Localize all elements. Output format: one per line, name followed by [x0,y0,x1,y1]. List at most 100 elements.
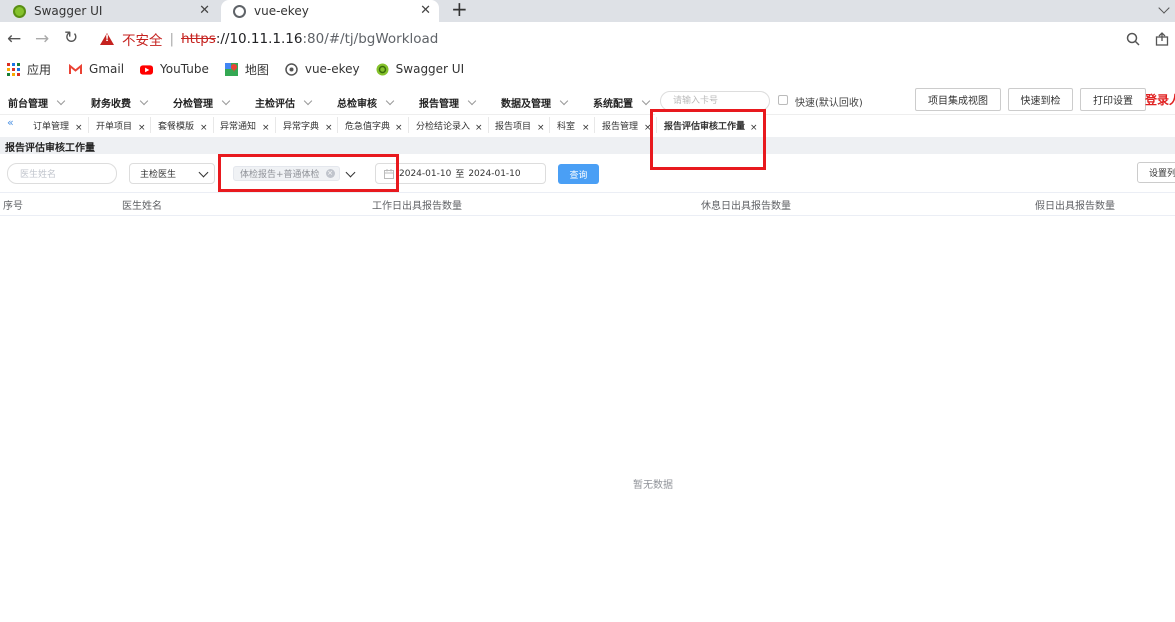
tab-divider [213,117,214,133]
bookmarks-bar: 应用 Gmail YouTube 地图 vue-ekey Swagger UI [0,58,1175,80]
tab-divider [337,117,338,133]
tab-report-mgmt[interactable]: 报告管理 [602,117,638,133]
bookmark-youtube[interactable]: YouTube [140,62,209,76]
browser-tab-title: Swagger UI [34,4,103,18]
column-header-restday-count[interactable]: 休息日出具报告数量 [701,197,791,212]
tab-abnormal-dict[interactable]: 异常字典 [283,117,319,133]
tab-billing-items[interactable]: 开单项目 [96,117,132,133]
menu-label: 总检审核 [337,99,377,110]
bookmark-swagger[interactable]: Swagger UI [376,62,464,76]
quick-checkin-button[interactable]: 快速到检 [1008,88,1073,111]
chevron-down-icon [139,96,149,106]
tab-divider [488,117,489,133]
doctor-name-input[interactable]: 医生姓名 [7,163,117,184]
new-tab-button[interactable]: + [451,0,468,21]
tab-abnormal-notice[interactable]: 异常通知 [220,117,256,133]
collapse-tabs-icon[interactable]: « [7,116,14,129]
tab-divider [594,117,595,133]
menu-label: 主检评估 [255,99,295,110]
tab-close-icon[interactable]: × [537,120,545,136]
close-tab-icon[interactable]: ✕ [199,3,210,18]
tab-close-icon[interactable]: × [200,120,208,136]
tab-divider [408,117,409,133]
security-label[interactable]: 不安全 [122,29,163,49]
bookmark-apps[interactable]: 应用 [7,61,51,78]
column-header-doctor-name[interactable]: 医生姓名 [122,197,162,212]
date-start[interactable]: 2024-01-10 [399,169,451,179]
tab-order-mgmt[interactable]: 订单管理 [33,117,69,133]
menu-report-mgmt[interactable]: 报告管理 [419,95,477,110]
fast-mode-label: 快速(默认回收) [795,98,863,109]
set-columns-button[interactable]: 设置列 [1137,162,1175,183]
menu-front-desk[interactable]: 前台管理 [8,95,66,110]
menu-data-mgmt[interactable]: 数据及管理 [501,95,569,110]
date-end[interactable]: 2024-01-10 [468,169,520,179]
zoom-icon[interactable] [1126,32,1140,46]
browser-tab-swagger[interactable]: Swagger UI ✕ [0,0,218,22]
menu-main-eval[interactable]: 主检评估 [255,95,313,110]
bookmark-label: Swagger UI [395,62,465,76]
card-number-input[interactable]: 请输入卡号 [660,91,770,111]
tab-label: 报告项目 [495,121,532,132]
tab-close-icon[interactable]: × [582,120,590,136]
browser-tab-title: vue-ekey [254,4,309,18]
gmail-icon [69,63,83,74]
column-header-workday-count[interactable]: 工作日出具报告数量 [372,197,462,212]
swagger-icon [376,63,389,75]
tab-close-icon[interactable]: × [475,120,483,136]
menu-subcheck[interactable]: 分检管理 [173,95,231,110]
back-arrow-icon[interactable]: ← [7,29,21,49]
tab-department[interactable]: 科室 [557,117,575,133]
print-settings-button[interactable]: 打印设置 [1080,88,1146,111]
column-header-holiday-count[interactable]: 假日出具报告数量 [1035,197,1115,212]
swagger-icon [13,4,26,18]
bookmark-vue-ekey[interactable]: vue-ekey [285,62,360,76]
tab-close-icon[interactable]: × [395,120,403,136]
page-title-bar [0,137,1175,154]
youtube-icon [140,64,154,75]
tab-divider [88,117,89,133]
tab-label: 订单管理 [33,121,70,132]
date-separator: 至 [455,170,465,180]
apps-grid-icon [7,62,20,76]
close-tab-icon[interactable]: ✕ [420,3,431,18]
tab-close-icon[interactable]: × [75,120,83,136]
tab-label: 分检结论录入 [416,121,471,132]
menu-system-config[interactable]: 系统配置 [593,95,651,110]
date-range-picker[interactable]: 2024-01-10 至 2024-01-10 [375,163,546,184]
fast-mode-checkbox[interactable] [778,95,788,105]
tab-close-icon[interactable]: × [262,120,270,136]
tab-report-items[interactable]: 报告项目 [495,117,531,133]
tab-package-template[interactable]: 套餐模版 [158,117,194,133]
tab-critical-dict[interactable]: 危急值字典 [345,117,390,133]
share-icon[interactable] [1155,32,1169,46]
tab-close-icon[interactable]: × [325,120,333,136]
tab-divider [275,117,276,133]
menu-finance[interactable]: 财务收费 [91,95,149,110]
query-button[interactable]: 查询 [558,164,599,184]
browser-tab-vue-ekey[interactable]: vue-ekey ✕ [221,0,439,22]
tab-label: 开单项目 [96,121,133,132]
address-bar[interactable]: 不安全 | https ://10.11.1.16 :80/#/tj/bgWor… [94,27,438,51]
tab-label: 异常通知 [220,121,257,132]
doctor-role-select[interactable]: 主检医生 [129,163,215,184]
bookmark-label: vue-ekey [304,62,360,76]
chevron-down-icon [303,96,313,106]
column-header-index[interactable]: 序号 [3,197,23,212]
table-header [0,192,1175,216]
bookmark-maps[interactable]: 地图 [224,61,269,78]
url-protocol: https [181,31,216,47]
reload-icon[interactable]: ↻ [64,28,78,48]
menu-general-review[interactable]: 总检审核 [337,95,395,110]
tab-conclusion-entry[interactable]: 分检结论录入 [416,117,470,133]
tab-label: 套餐模版 [158,121,195,132]
project-view-button[interactable]: 项目集成视图 [915,88,1001,111]
tab-close-icon[interactable]: × [138,120,146,136]
login-user-label[interactable]: 登录人 [1145,91,1175,108]
tab-label: 异常字典 [283,121,320,132]
chevron-down-icon [385,96,395,106]
chevron-down-icon [559,96,569,106]
bookmark-gmail[interactable]: Gmail [69,62,124,76]
menu-label: 系统配置 [593,99,633,110]
forward-arrow-icon[interactable]: → [35,29,49,49]
